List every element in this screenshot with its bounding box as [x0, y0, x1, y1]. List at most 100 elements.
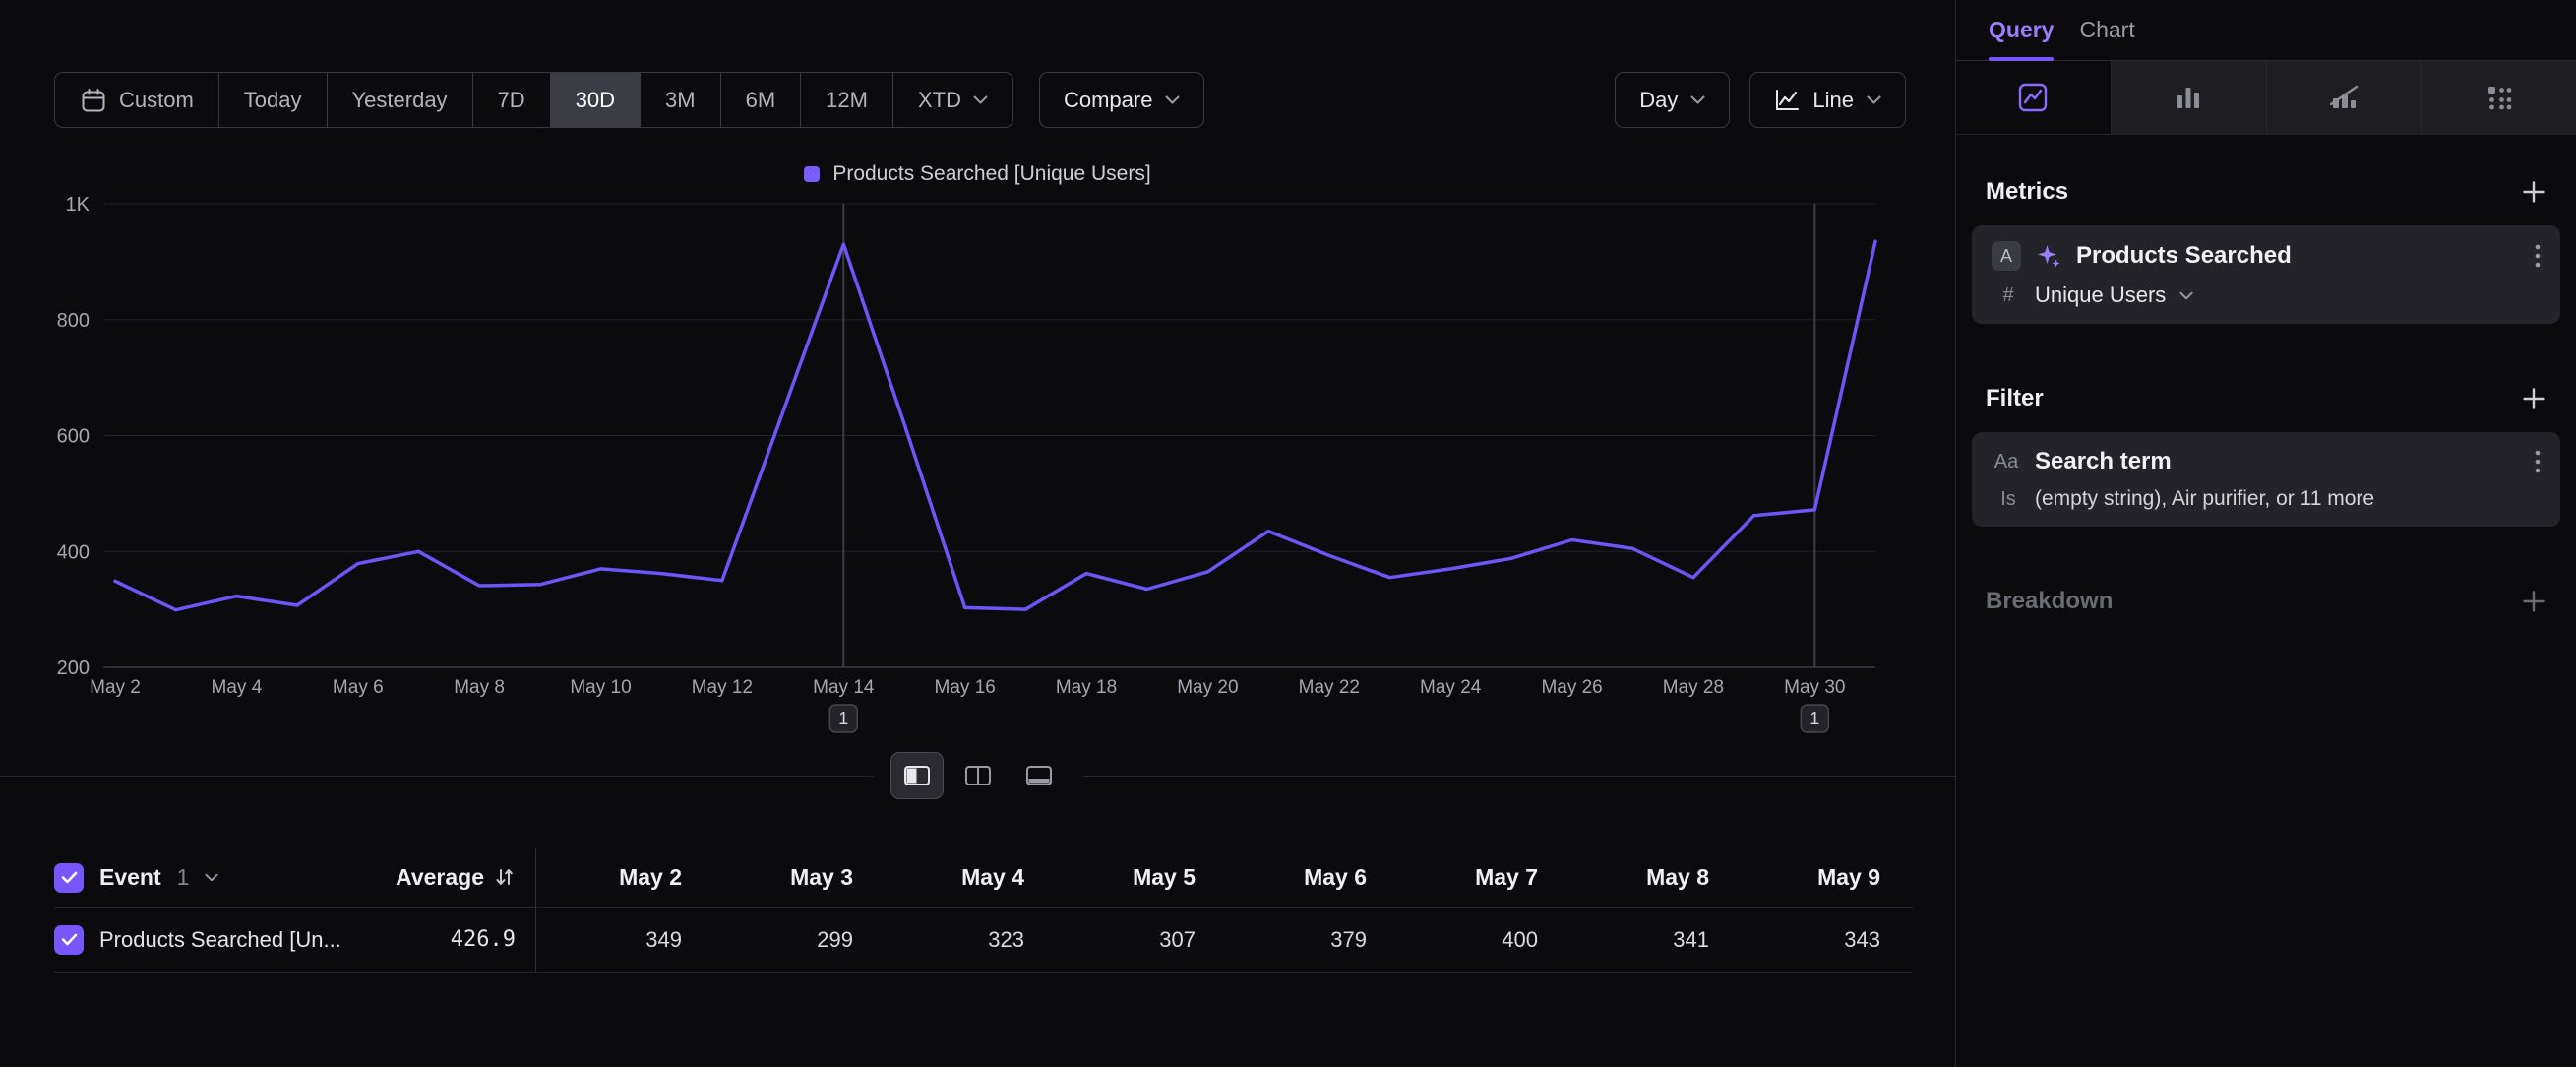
metric-name: Products Searched — [2076, 242, 2521, 270]
divider — [1083, 776, 1956, 777]
split-horizontal-icon — [903, 764, 931, 787]
plus-icon — [2521, 589, 2546, 614]
date-column-header[interactable]: May 8 — [1564, 848, 1735, 907]
split-vertical-button[interactable] — [951, 752, 1005, 799]
row-checkbox[interactable] — [54, 925, 84, 955]
toolbar: CustomTodayYesterday7D30D3M6M12MXTD Comp… — [0, 0, 1955, 128]
viz-tab-pivot[interactable] — [2421, 61, 2576, 134]
range-30d-button[interactable]: 30D — [551, 73, 641, 127]
range-6m-button[interactable]: 6M — [721, 73, 802, 127]
chart-area: 1K800600400200May 2May 4May 6May 8May 10… — [49, 187, 1906, 738]
date-range-group: CustomTodayYesterday7D30D3M6M12MXTD — [54, 72, 1013, 128]
chart-type-label: Line — [1812, 88, 1854, 113]
compare-label: Compare — [1064, 88, 1152, 113]
date-column-header[interactable]: May 4 — [879, 848, 1050, 907]
select-all-checkbox[interactable] — [54, 863, 84, 893]
filter-value[interactable]: (empty string), Air purifier, or 11 more — [2035, 487, 2374, 511]
x-tick-label: May 26 — [1541, 677, 1602, 698]
date-column-header[interactable]: May 9 — [1735, 848, 1906, 907]
string-property-icon: Aa — [1992, 451, 2021, 473]
line-chart: 1K800600400200May 2May 4May 6May 8May 10… — [49, 187, 1881, 738]
annotation-badge[interactable]: 1 — [829, 705, 857, 732]
range-custom-button[interactable]: Custom — [55, 73, 219, 127]
metrics-heading: Metrics — [1986, 178, 2068, 206]
range-7d-button[interactable]: 7D — [473, 73, 551, 127]
breakdown-section-header: Breakdown — [1972, 588, 2560, 615]
aggregation-symbol: # — [1995, 284, 2021, 307]
x-tick-label: May 30 — [1784, 677, 1845, 698]
value-cell: 341 — [1564, 908, 1735, 972]
date-column-header[interactable]: May 2 — [536, 848, 707, 907]
x-tick-label: May 2 — [90, 677, 141, 698]
split-vertical-icon — [964, 764, 992, 787]
filter-card[interactable]: Aa Search term Is (empty string), Air pu… — [1972, 432, 2560, 527]
y-tick-label: 800 — [57, 310, 90, 332]
metric-menu-kebab-icon[interactable] — [2535, 243, 2541, 269]
value-cell: 299 — [707, 908, 879, 972]
x-tick-label: May 14 — [813, 677, 875, 698]
event-name-cell: Products Searched [Un... — [54, 908, 389, 972]
date-column-header[interactable]: May 6 — [1221, 848, 1392, 907]
filter-section-header: Filter — [1972, 385, 2560, 412]
range-xtd-button[interactable]: XTD — [893, 73, 1012, 127]
chevron-down-icon — [1690, 95, 1705, 104]
aggregation-selector[interactable]: Unique Users — [2035, 282, 2166, 308]
range-yesterday-button[interactable]: Yesterday — [328, 73, 473, 127]
visualization-tabs — [1956, 61, 2576, 135]
query-sidebar: Query Chart Metrics — [1955, 0, 2576, 1067]
plus-icon — [2521, 386, 2546, 411]
legend-swatch — [804, 166, 820, 182]
value-cell: 307 — [1050, 908, 1221, 972]
tab-query[interactable]: Query — [1989, 0, 2054, 60]
viz-tab-bar[interactable] — [2111, 61, 2266, 134]
tab-chart[interactable]: Chart — [2079, 0, 2134, 60]
add-filter-button[interactable] — [2521, 386, 2546, 411]
chevron-down-icon — [1867, 95, 1881, 104]
average-header-cell: Average — [389, 848, 536, 907]
annotation-badge[interactable]: 1 — [1801, 705, 1828, 732]
event-menu-chevron-icon[interactable] — [205, 873, 218, 882]
split-view-toggle-group — [873, 752, 1083, 799]
compare-button[interactable]: Compare — [1039, 72, 1204, 128]
date-column-header[interactable]: May 7 — [1392, 848, 1564, 907]
value-cell: 379 — [1221, 908, 1392, 972]
results-table: Event 1 Average May 2May 3May 4May 5May … — [54, 848, 1913, 973]
chevron-down-icon[interactable] — [2179, 291, 2193, 300]
x-tick-label: May 20 — [1177, 677, 1238, 698]
range-3m-button[interactable]: 3M — [641, 73, 721, 127]
chart-only-button[interactable] — [1012, 752, 1066, 799]
line-chart-icon — [1774, 89, 1800, 112]
x-tick-label: May 22 — [1299, 677, 1360, 698]
svg-text:1: 1 — [838, 709, 848, 728]
event-sparkle-icon — [2035, 242, 2062, 270]
date-column-header[interactable]: May 3 — [707, 848, 879, 907]
check-icon — [61, 933, 78, 946]
metric-card[interactable]: A Products Searched # Unique Users — [1972, 225, 2560, 324]
add-metric-button[interactable] — [2521, 179, 2546, 205]
granularity-button[interactable]: Day — [1615, 72, 1730, 128]
viz-tab-line[interactable] — [1956, 61, 2111, 134]
x-tick-label: May 10 — [570, 677, 631, 698]
value-cell: 349 — [536, 908, 707, 972]
add-breakdown-button[interactable] — [2521, 589, 2546, 614]
x-tick-label: May 12 — [692, 677, 753, 698]
event-name: Products Searched [Un... — [99, 927, 341, 953]
value-cell: 323 — [879, 908, 1050, 972]
app-root: CustomTodayYesterday7D30D3M6M12MXTD Comp… — [0, 0, 2576, 1067]
sort-icon[interactable] — [494, 867, 516, 889]
stacked-chart-icon — [2328, 82, 2360, 113]
x-tick-label: May 6 — [333, 677, 384, 698]
split-view-row — [0, 752, 1955, 799]
x-tick-label: May 16 — [935, 677, 996, 698]
chart-controls: Day Line — [1615, 72, 1906, 128]
filter-menu-kebab-icon[interactable] — [2535, 449, 2541, 474]
range-today-button[interactable]: Today — [219, 73, 328, 127]
metrics-section-header: Metrics — [1972, 178, 2560, 206]
chart-type-button[interactable]: Line — [1749, 72, 1906, 128]
range-12m-button[interactable]: 12M — [801, 73, 893, 127]
x-tick-label: May 4 — [212, 677, 263, 698]
viz-tab-stacked[interactable] — [2266, 61, 2422, 134]
split-horizontal-button[interactable] — [890, 752, 944, 799]
date-column-header[interactable]: May 5 — [1050, 848, 1221, 907]
filter-operator[interactable]: Is — [1995, 488, 2021, 511]
